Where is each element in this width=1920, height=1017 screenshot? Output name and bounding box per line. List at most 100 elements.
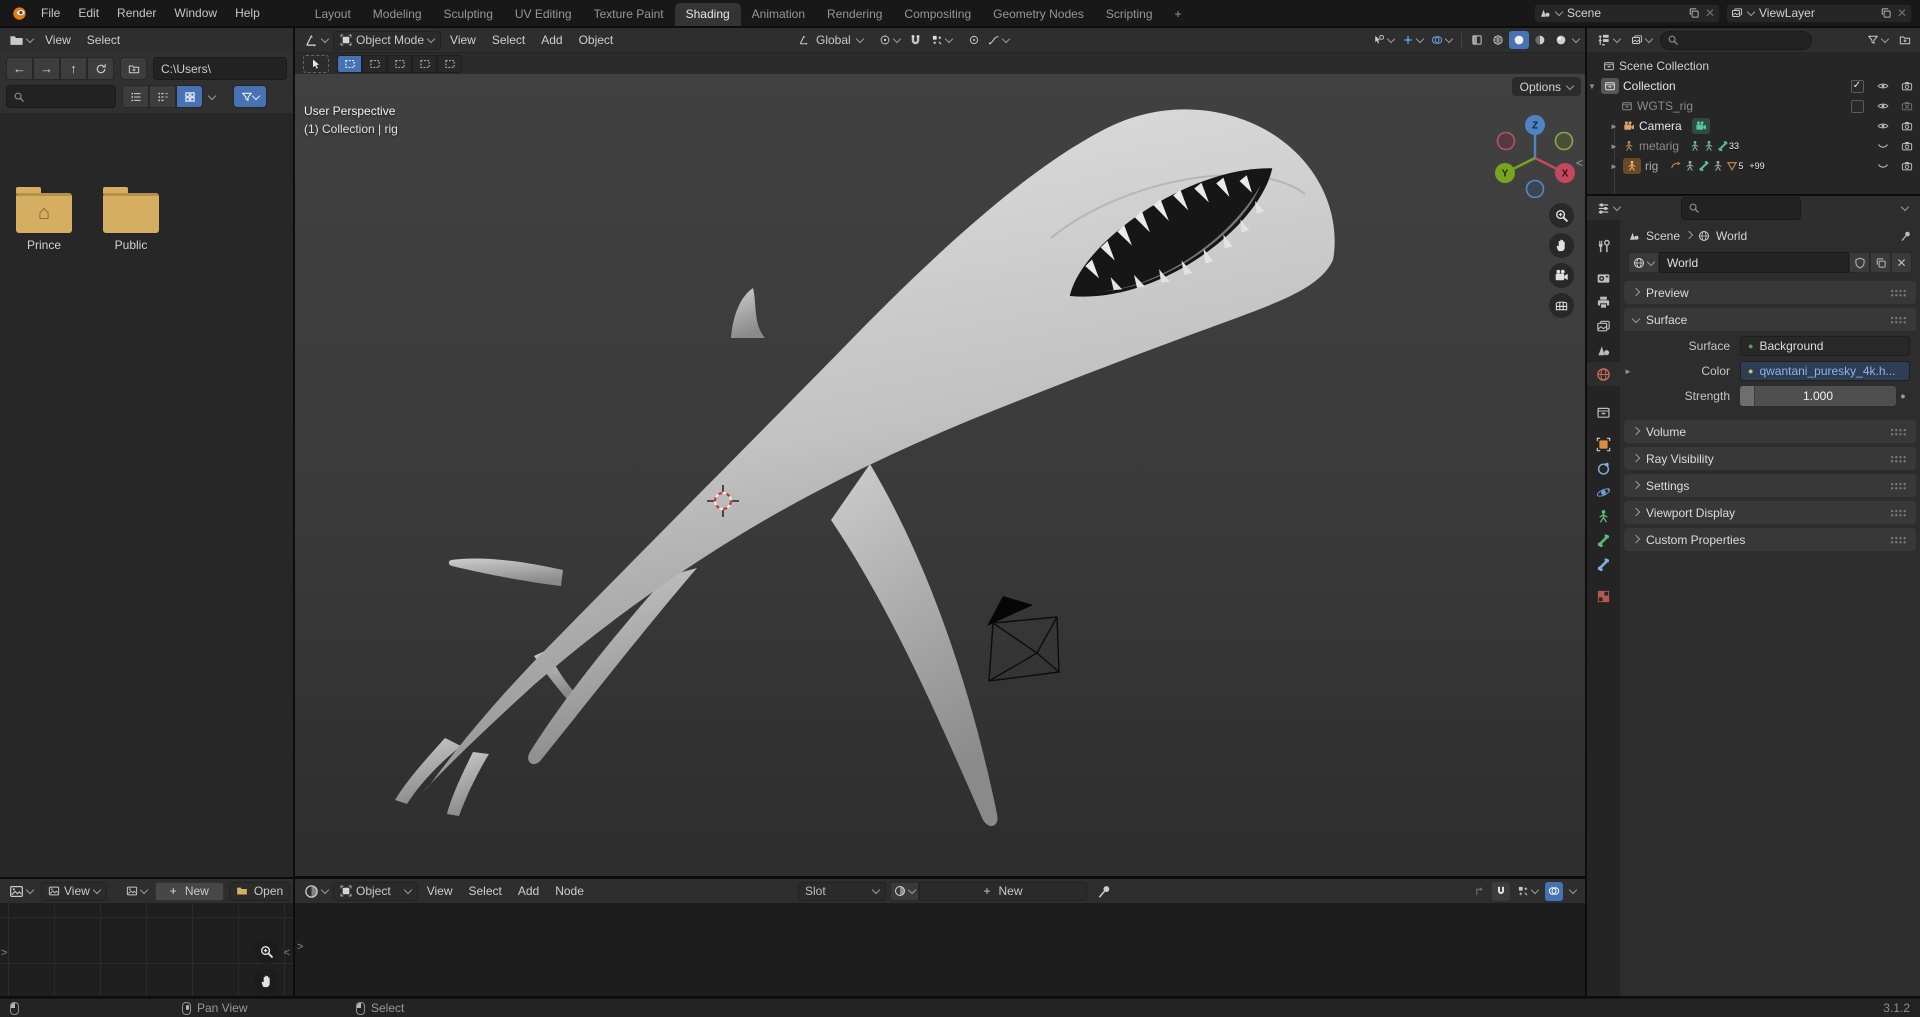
disable-in-renders-toggle[interactable] <box>1896 117 1918 135</box>
strength-slider[interactable]: 1.000 <box>1740 386 1896 406</box>
collection-checkbox[interactable] <box>1850 99 1864 113</box>
outliner-row-camera[interactable]: ► Camera <box>1587 116 1920 136</box>
node-overlays-dropdown[interactable] <box>1567 882 1579 901</box>
select-mode-invert-button[interactable] <box>412 54 437 73</box>
panel-drag-dots[interactable] <box>1890 535 1907 544</box>
menu-render[interactable]: Render <box>109 0 164 26</box>
folder-item-public[interactable]: Public <box>93 183 169 252</box>
xray-toggle[interactable] <box>1468 31 1486 50</box>
file-browser-menu-select[interactable]: Select <box>80 33 127 47</box>
select-mode-intersect-button[interactable] <box>437 54 462 73</box>
image-new-button[interactable]: + New <box>154 881 224 901</box>
region-collapse-icon[interactable]: < <box>284 947 290 959</box>
tab-texture[interactable] <box>1587 584 1620 608</box>
tab-animation[interactable]: Animation <box>741 3 816 26</box>
shading-material-preview-button[interactable] <box>1530 31 1550 49</box>
menu-window[interactable]: Window <box>166 0 225 26</box>
region-expand-icon[interactable]: > <box>297 941 303 953</box>
properties-options-dropdown-icon[interactable] <box>1900 202 1910 212</box>
fake-user-shield-button[interactable] <box>1849 252 1870 273</box>
hide-in-viewport-toggle[interactable] <box>1872 97 1894 115</box>
panel-settings[interactable]: Settings <box>1624 474 1916 497</box>
menu-file[interactable]: File <box>33 0 68 26</box>
breadcrumb-scene[interactable]: Scene <box>1646 229 1680 243</box>
panel-volume[interactable]: Volume <box>1624 420 1916 443</box>
image-open-button[interactable]: Open <box>228 881 291 901</box>
editor-type-properties[interactable] <box>1593 199 1623 218</box>
tab-compositing[interactable]: Compositing <box>893 3 982 26</box>
proportional-editing-toggle[interactable] <box>965 31 983 50</box>
filter-toggle-button[interactable] <box>233 85 267 108</box>
viewport-pan-button[interactable] <box>1549 233 1574 258</box>
scene-selector[interactable]: Scene ✕ <box>1534 3 1720 23</box>
remove-view-layer-icon[interactable]: ✕ <box>1897 6 1907 20</box>
browse-world-dropdown[interactable] <box>1628 252 1659 273</box>
display-settings-dropdown-icon[interactable] <box>207 91 217 100</box>
editor-type-outliner[interactable] <box>1593 31 1623 50</box>
tab-object-constraints[interactable] <box>1587 456 1620 480</box>
outliner-row-wgts-rig[interactable]: WGTS_rig <box>1587 96 1920 116</box>
unlink-world-button[interactable]: ✕ <box>1891 252 1912 273</box>
show-overlays-toggle[interactable] <box>1428 31 1455 50</box>
create-directory-button[interactable] <box>120 57 147 80</box>
material-browse-dropdown[interactable] <box>890 881 919 901</box>
outliner-display-mode-dropdown[interactable] <box>1628 31 1655 50</box>
disable-in-renders-toggle[interactable] <box>1896 157 1918 175</box>
snap-toggle[interactable] <box>905 31 926 50</box>
tab-object[interactable] <box>1587 432 1620 456</box>
panel-preview[interactable]: Preview <box>1624 281 1916 304</box>
tab-render[interactable] <box>1587 266 1620 290</box>
tab-collection[interactable] <box>1587 400 1620 424</box>
select-mode-extend-button[interactable] <box>362 54 387 73</box>
tab-sculpting[interactable]: Sculpting <box>433 3 504 26</box>
new-view-layer-icon[interactable] <box>1880 7 1892 19</box>
select-mode-subtract-button[interactable] <box>387 54 412 73</box>
proportional-falloff-dropdown[interactable] <box>985 31 1012 50</box>
outliner-row-scene-collection[interactable]: Scene Collection <box>1587 56 1920 76</box>
expander-icon[interactable]: ► <box>1609 142 1619 151</box>
shading-rendered-button[interactable] <box>1551 31 1571 49</box>
menu-help[interactable]: Help <box>227 0 268 26</box>
editor-type-3d-viewport[interactable] <box>301 31 331 50</box>
gizmo-axis-neg-z[interactable] <box>1525 179 1545 198</box>
menu-edit[interactable]: Edit <box>70 0 107 26</box>
display-thumbnails-button[interactable] <box>176 85 203 108</box>
viewport-menu-select[interactable]: Select <box>485 33 532 47</box>
scene-browse-icon[interactable] <box>1554 7 1564 17</box>
panel-viewport-display[interactable]: Viewport Display <box>1624 501 1916 524</box>
file-path-field[interactable]: C:\Users\ <box>153 57 287 80</box>
shader-type-dropdown[interactable]: Object <box>333 881 418 901</box>
panel-drag-dots[interactable] <box>1890 508 1907 517</box>
gizmo-axis-neg-x[interactable] <box>1496 131 1516 151</box>
add-workspace-button[interactable]: + <box>1164 3 1193 26</box>
panel-surface[interactable]: Surface <box>1624 308 1916 331</box>
expander-icon[interactable]: ▼ <box>1587 82 1597 91</box>
tab-tool[interactable] <box>1587 234 1620 258</box>
material-slot-dropdown[interactable]: Slot <box>798 881 886 901</box>
transform-orientation-dropdown[interactable]: Global <box>795 31 866 50</box>
tab-shading[interactable]: Shading <box>674 3 741 26</box>
shading-settings-dropdown-icon[interactable] <box>1571 34 1581 44</box>
unlink-scene-icon[interactable]: ✕ <box>1705 6 1715 20</box>
outliner-row-metarig[interactable]: ► metarig 33 <box>1587 136 1920 156</box>
shader-menu-node[interactable]: Node <box>548 884 591 898</box>
forward-button[interactable]: → <box>33 57 60 80</box>
viewport-menu-view[interactable]: View <box>443 33 483 47</box>
expander-icon[interactable]: ► <box>1609 122 1619 131</box>
properties-search-input[interactable] <box>1681 196 1801 220</box>
navigation-gizmo[interactable]: Z X Y <box>1489 106 1581 198</box>
outliner-filter-dropdown[interactable] <box>1864 31 1891 50</box>
parent-directory-button[interactable]: ↑ <box>60 57 87 80</box>
options-dropdown[interactable]: Options <box>1511 77 1581 96</box>
viewport-menu-add[interactable]: Add <box>534 33 569 47</box>
shader-menu-select[interactable]: Select <box>461 884 508 898</box>
breadcrumb-world[interactable]: World <box>1716 229 1747 243</box>
hide-in-viewport-toggle[interactable] <box>1872 77 1894 95</box>
shader-node-canvas[interactable]: > <box>295 903 1585 996</box>
new-world-copy-button[interactable] <box>1870 252 1891 273</box>
editor-type-shader[interactable] <box>301 882 331 901</box>
tab-modeling[interactable]: Modeling <box>362 3 433 26</box>
tab-geometry-nodes[interactable]: Geometry Nodes <box>982 3 1095 26</box>
node-snap-settings-dropdown[interactable] <box>1514 882 1541 901</box>
tab-view-layer[interactable] <box>1587 314 1620 338</box>
